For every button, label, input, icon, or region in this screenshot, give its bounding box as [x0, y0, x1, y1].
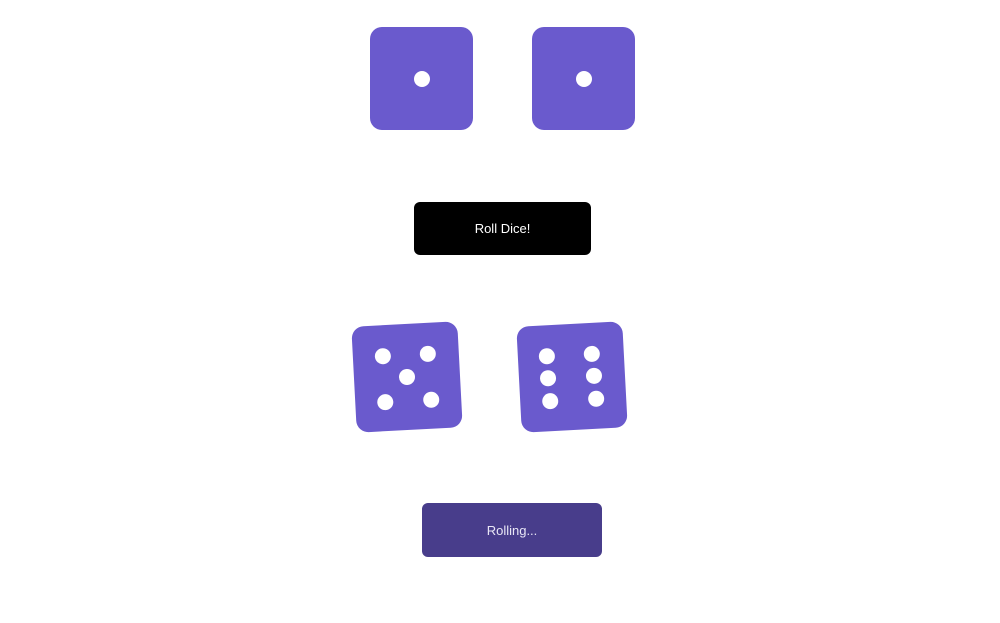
die-1 — [370, 27, 473, 130]
rolling-button[interactable]: Rolling... — [422, 503, 602, 557]
rolling-die-2 — [516, 321, 628, 433]
die-pip — [541, 392, 559, 410]
die-pip — [539, 369, 557, 387]
die-pip — [575, 70, 592, 87]
die-pip — [422, 391, 440, 409]
die-pip — [583, 345, 601, 363]
die-pip — [376, 393, 394, 411]
die-pip — [585, 367, 603, 385]
rolling-die-1 — [351, 321, 463, 433]
die-pip — [587, 390, 605, 408]
die-pip — [419, 345, 437, 363]
die-pip — [398, 368, 416, 386]
die-pip — [374, 347, 392, 365]
die-pip — [413, 70, 430, 87]
die-pip — [538, 347, 556, 365]
roll-dice-button[interactable]: Roll Dice! — [414, 202, 591, 255]
die-2 — [532, 27, 635, 130]
